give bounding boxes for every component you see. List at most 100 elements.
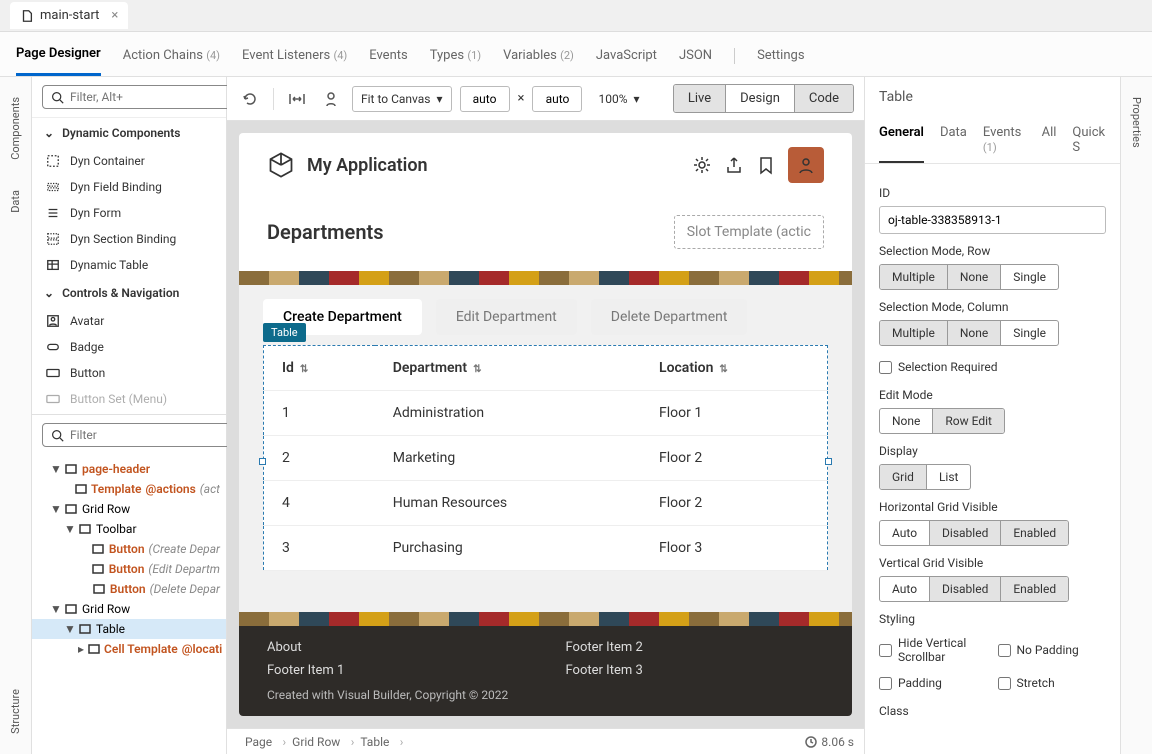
sort-icon[interactable]: ⇅ xyxy=(719,364,727,375)
sort-icon[interactable]: ⇅ xyxy=(473,364,481,375)
comp-avatar[interactable]: Avatar xyxy=(32,308,226,334)
table-row[interactable]: 2MarketingFloor 2 xyxy=(264,436,828,481)
option-enabled[interactable]: Enabled xyxy=(1001,521,1068,545)
ptab-all[interactable]: All xyxy=(1042,117,1057,163)
styling-check[interactable] xyxy=(879,644,892,657)
option-none[interactable]: None xyxy=(880,409,933,433)
table-row[interactable]: 3PurchasingFloor 3 xyxy=(264,526,828,571)
nav-settings[interactable]: Settings xyxy=(757,48,804,75)
tree-node[interactable]: Button (Delete Depar xyxy=(32,579,226,599)
styling-check[interactable] xyxy=(879,677,892,690)
table-selection[interactable]: Table Id⇅ Department⇅ Location⇅ 1Adminis… xyxy=(263,345,828,571)
width-input[interactable] xyxy=(460,86,510,112)
tree-node[interactable]: Button (Create Depar xyxy=(32,539,226,559)
tree-node[interactable]: ▼Grid Row xyxy=(32,599,226,619)
structure-filter-input[interactable] xyxy=(70,428,226,442)
ptab-quick-start[interactable]: Quick S xyxy=(1072,117,1106,163)
option-single[interactable]: Single xyxy=(1001,265,1058,289)
footer-link[interactable]: Footer Item 2 xyxy=(566,640,825,655)
group-controls-navigation[interactable]: ⌄ Controls & Navigation xyxy=(32,278,226,308)
tree-node[interactable]: ▼page-header xyxy=(32,459,226,479)
file-tab[interactable]: main-start × xyxy=(10,2,128,29)
tree-node[interactable]: ▼Toolbar xyxy=(32,519,226,539)
selection-required-checkbox[interactable] xyxy=(879,361,892,374)
components-filter[interactable] xyxy=(42,85,235,109)
width-toggle-icon[interactable] xyxy=(284,86,310,112)
footer-link[interactable]: About xyxy=(267,640,526,655)
comp-dyn-section-binding[interactable]: Dyn Section Binding xyxy=(32,226,226,252)
tree-node[interactable]: Button (Edit Departm xyxy=(32,559,226,579)
nav-action-chains[interactable]: Action Chains (4) xyxy=(123,48,220,75)
sort-icon[interactable]: ⇅ xyxy=(300,364,308,375)
bookmark-icon[interactable] xyxy=(756,155,776,175)
comp-button[interactable]: Button xyxy=(32,360,226,386)
option-disabled[interactable]: Disabled xyxy=(930,577,1001,601)
option-none[interactable]: None xyxy=(948,321,1001,345)
departments-table[interactable]: Id⇅ Department⇅ Location⇅ 1Administratio… xyxy=(263,345,828,571)
option-multiple[interactable]: Multiple xyxy=(880,321,948,345)
device-icon[interactable] xyxy=(318,86,344,112)
nav-json[interactable]: JSON xyxy=(679,48,712,75)
table-row[interactable]: 1AdministrationFloor 1 xyxy=(264,391,828,436)
option-single[interactable]: Single xyxy=(1001,321,1058,345)
mode-live[interactable]: Live xyxy=(674,85,726,112)
resize-handle-left[interactable] xyxy=(259,458,266,465)
rail-components[interactable]: Components xyxy=(9,97,22,160)
option-multiple[interactable]: Multiple xyxy=(880,265,948,289)
ptab-events[interactable]: Events (1) xyxy=(983,117,1026,163)
tab-delete-department[interactable]: Delete Department xyxy=(591,299,748,335)
crumb-table[interactable]: Table xyxy=(352,733,397,751)
nav-javascript[interactable]: JavaScript xyxy=(596,48,657,75)
ptab-data[interactable]: Data xyxy=(940,117,967,163)
option-row-edit[interactable]: Row Edit xyxy=(933,409,1004,433)
group-dynamic-components[interactable]: ⌄ Dynamic Components xyxy=(32,118,226,148)
crumb-page[interactable]: Page xyxy=(237,733,280,751)
zoom-select[interactable]: 100%▾ xyxy=(590,87,647,111)
tree-node[interactable]: ▼Grid Row xyxy=(32,499,226,519)
comp-dyn-field-binding[interactable]: Dyn Field Binding xyxy=(32,174,226,200)
option-auto[interactable]: Auto xyxy=(880,521,930,545)
rail-properties[interactable]: Properties xyxy=(1130,97,1143,148)
reload-icon[interactable] xyxy=(237,86,263,112)
option-enabled[interactable]: Enabled xyxy=(1001,577,1068,601)
fit-select[interactable]: Fit to Canvas▾ xyxy=(352,86,452,112)
footer-link[interactable]: Footer Item 1 xyxy=(267,663,526,678)
option-disabled[interactable]: Disabled xyxy=(930,521,1001,545)
id-input[interactable] xyxy=(879,206,1106,234)
ptab-general[interactable]: General xyxy=(879,117,924,163)
slot-template[interactable]: Slot Template (actic xyxy=(674,215,824,249)
rail-data[interactable]: Data xyxy=(9,190,22,213)
comp-dyn-container[interactable]: Dyn Container xyxy=(32,148,226,174)
comp-dyn-form[interactable]: Dyn Form xyxy=(32,200,226,226)
option-list[interactable]: List xyxy=(927,465,971,489)
resize-handle-right[interactable] xyxy=(825,458,832,465)
footer-link[interactable]: Footer Item 3 xyxy=(566,663,825,678)
comp-button-set-menu[interactable]: Button Set (Menu) xyxy=(32,386,226,412)
comp-badge[interactable]: Badge xyxy=(32,334,226,360)
tree-node[interactable]: ▼Table xyxy=(32,619,226,639)
styling-check[interactable] xyxy=(998,644,1011,657)
nav-event-listeners[interactable]: Event Listeners (4) xyxy=(242,48,347,75)
option-none[interactable]: None xyxy=(948,265,1001,289)
nav-page-designer[interactable]: Page Designer xyxy=(16,46,101,76)
table-row[interactable]: 4Human ResourcesFloor 2 xyxy=(264,481,828,526)
close-icon[interactable]: × xyxy=(111,8,118,23)
rail-structure[interactable]: Structure xyxy=(9,689,22,734)
nav-types[interactable]: Types (1) xyxy=(430,48,481,75)
comp-dynamic-table[interactable]: Dynamic Table xyxy=(32,252,226,278)
tree-node[interactable]: ▸Cell Template @locati xyxy=(32,639,226,659)
tab-edit-department[interactable]: Edit Department xyxy=(436,299,577,335)
height-input[interactable] xyxy=(532,86,582,112)
structure-filter[interactable] xyxy=(42,423,235,447)
option-auto[interactable]: Auto xyxy=(880,577,930,601)
styling-check[interactable] xyxy=(998,677,1011,690)
gear-icon[interactable] xyxy=(692,155,712,175)
components-filter-input[interactable] xyxy=(70,90,226,104)
option-grid[interactable]: Grid xyxy=(880,465,927,489)
share-icon[interactable] xyxy=(724,155,744,175)
mode-code[interactable]: Code xyxy=(795,85,853,112)
avatar[interactable] xyxy=(788,147,824,183)
nav-events[interactable]: Events xyxy=(369,48,407,75)
crumb-grid-row[interactable]: Grid Row xyxy=(284,733,348,751)
tree-node[interactable]: Template @actions (act xyxy=(32,479,226,499)
